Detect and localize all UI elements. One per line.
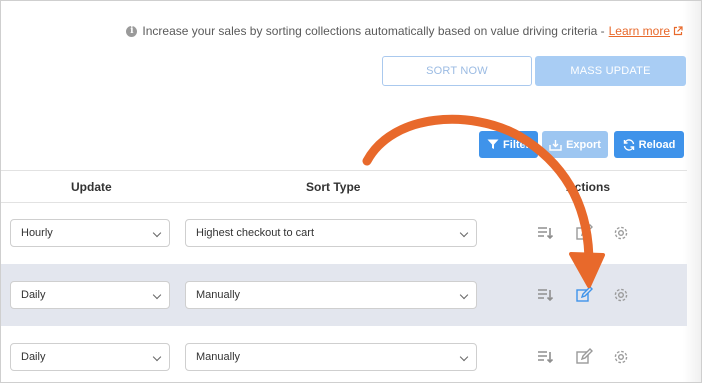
sort-now-button[interactable]: SORT NOW [382, 56, 532, 86]
update-select[interactable]: Daily [10, 343, 170, 371]
update-select-value: Daily [21, 289, 46, 301]
gear-icon[interactable] [612, 348, 630, 366]
reload-button[interactable]: Reload [614, 131, 684, 158]
sort-type-select[interactable]: Highest checkout to cart [185, 219, 477, 247]
export-button[interactable]: Export [542, 131, 608, 158]
sort-icon[interactable] [536, 224, 554, 242]
mass-update-button[interactable]: MASS UPDATE [535, 56, 686, 86]
filter-label: Filter [503, 138, 530, 151]
sort-type-select[interactable]: Manually [185, 281, 477, 309]
sort-type-select[interactable]: Manually [185, 343, 477, 371]
update-select[interactable]: Daily [10, 281, 170, 309]
edit-icon[interactable] [575, 348, 593, 366]
app-frame: i Increase your sales by sorting collect… [0, 0, 702, 383]
column-header-update: Update [71, 180, 112, 194]
export-icon [549, 139, 562, 151]
header-bottom-border [1, 202, 687, 203]
update-select[interactable]: Hourly [10, 219, 170, 247]
chevron-down-icon [459, 352, 469, 362]
update-select-value: Hourly [21, 227, 53, 239]
edit-icon[interactable] [575, 224, 593, 242]
learn-more-link[interactable]: Learn more [609, 24, 670, 38]
edit-icon[interactable] [575, 286, 593, 304]
chevron-down-icon [459, 228, 469, 238]
info-icon: i [126, 25, 138, 37]
table-top-border [1, 170, 687, 171]
chevron-down-icon [459, 290, 469, 300]
sort-icon[interactable] [536, 348, 554, 366]
chevron-down-icon [152, 290, 162, 300]
filter-icon [487, 139, 499, 149]
reload-label: Reload [638, 138, 676, 151]
sort-type-select-value: Manually [196, 289, 241, 301]
chevron-down-icon [152, 228, 162, 238]
sort-type-select-value: Highest checkout to cart [196, 227, 315, 239]
gear-icon[interactable] [612, 286, 630, 304]
info-text: Increase your sales by sorting collectio… [142, 24, 605, 38]
column-header-actions: Actions [566, 180, 611, 194]
reload-icon [623, 138, 634, 151]
sort-icon[interactable] [536, 286, 554, 304]
sort-type-select-value: Manually [196, 351, 241, 363]
info-banner: i Increase your sales by sorting collect… [126, 24, 683, 38]
column-header-sort-type: Sort Type [306, 180, 361, 194]
export-label: Export [566, 138, 601, 151]
update-select-value: Daily [21, 351, 46, 363]
external-link-icon[interactable] [673, 26, 683, 36]
filter-button[interactable]: Filter [479, 131, 538, 158]
chevron-down-icon [152, 352, 162, 362]
gear-icon[interactable] [612, 224, 630, 242]
